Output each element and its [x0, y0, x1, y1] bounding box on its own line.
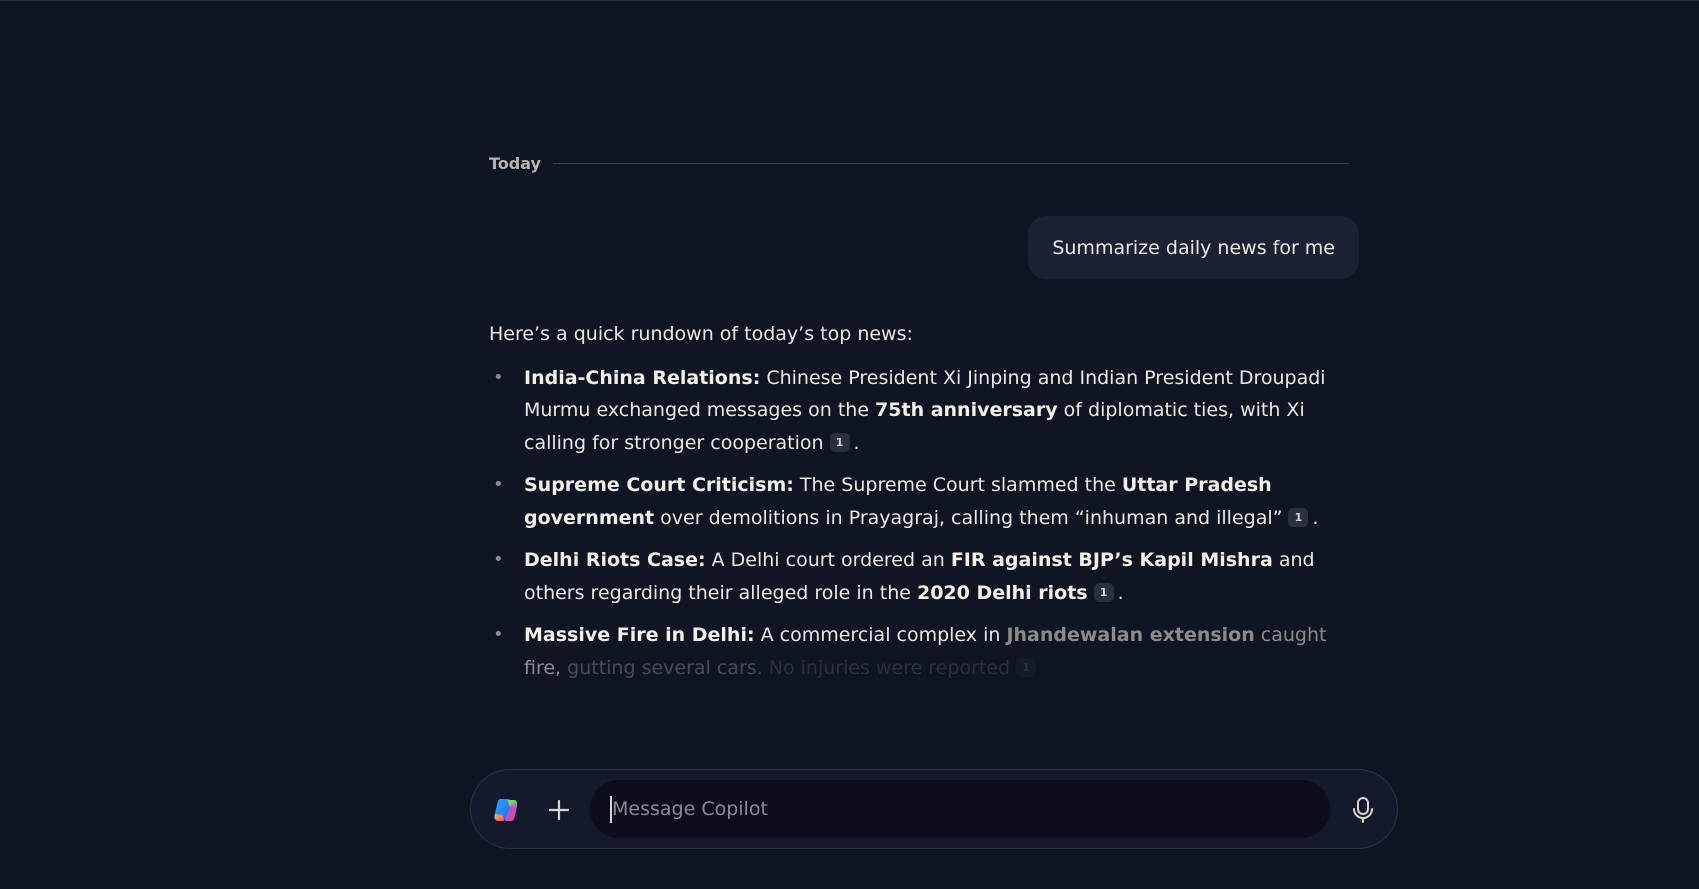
citation-badge[interactable]: 1	[1093, 582, 1114, 602]
news-item-streaming: • Massive Fire in Delhi: A commercial co…	[489, 619, 1349, 684]
news-item-punctuation: .	[1117, 581, 1124, 604]
date-separator: Today	[489, 152, 1349, 174]
message-composer	[470, 769, 1398, 849]
news-item-body: gutting several cars.	[567, 656, 763, 679]
citation-badge[interactable]: 1	[1016, 657, 1037, 677]
message-input-container	[590, 780, 1330, 838]
news-item-highlight: 2020 Delhi riots	[916, 581, 1088, 604]
news-item-text: Massive Fire in Delhi: A commercial comp…	[524, 624, 1327, 679]
news-item-title: Supreme Court Criticism:	[524, 474, 794, 496]
add-attachment-button[interactable]	[541, 792, 577, 828]
news-item: • Delhi Riots Case: A Delhi court ordere…	[489, 544, 1349, 609]
text-cursor	[610, 796, 612, 823]
news-list: • India-China Relations: Chinese Preside…	[489, 362, 1349, 685]
bullet-icon: •	[493, 474, 504, 495]
message-input[interactable]	[590, 780, 1330, 838]
user-message-text: Summarize daily news for me	[1052, 236, 1335, 259]
news-item-text: Delhi Riots Case: A Delhi court ordered …	[524, 549, 1315, 604]
news-item-title: Delhi Riots Case:	[524, 549, 706, 571]
news-item-body: The Supreme Court slammed the	[793, 474, 1122, 496]
bullet-icon: •	[493, 549, 504, 570]
news-item-body: A commercial complex in	[754, 624, 1007, 646]
copilot-logo-icon[interactable]	[491, 795, 521, 825]
user-message-bubble: Summarize daily news for me	[1028, 216, 1359, 279]
date-divider	[552, 162, 1349, 164]
news-item: • Supreme Court Criticism: The Supreme C…	[489, 469, 1349, 534]
news-item-punctuation: .	[853, 431, 860, 454]
news-item-highlight: Jhandewalan extension	[1006, 624, 1255, 646]
news-item-punctuation: .	[1312, 506, 1319, 529]
citation-badge[interactable]: 1	[1288, 507, 1309, 527]
news-item-text: Supreme Court Criticism: The Supreme Cou…	[524, 474, 1319, 529]
news-item: • India-China Relations: Chinese Preside…	[489, 362, 1349, 460]
news-item-title: India-China Relations:	[524, 366, 761, 389]
bullet-icon: •	[493, 624, 504, 645]
microphone-icon	[1353, 797, 1373, 823]
news-item-body: over demolitions in Prayagraj, calling t…	[654, 506, 1283, 529]
bullet-icon: •	[493, 366, 504, 388]
copilot-chat-page: Today Summarize daily news for me Here’s…	[0, 0, 1699, 889]
microphone-button[interactable]	[1345, 792, 1381, 828]
chat-thread: Today Summarize daily news for me Here’s…	[489, 0, 1359, 889]
news-item-body: No injuries were reported	[762, 656, 1011, 679]
news-item-body: A Delhi court ordered an	[705, 549, 951, 571]
news-item-highlight: FIR against BJP’s Kapil Mishra	[950, 549, 1273, 571]
plus-icon	[548, 799, 570, 821]
response-intro: Here’s a quick rundown of today’s top ne…	[489, 323, 913, 345]
news-item-text: India-China Relations: Chinese President…	[524, 367, 1326, 454]
date-label: Today	[489, 153, 541, 173]
news-item-highlight: 75th anniversary	[875, 399, 1058, 421]
citation-badge[interactable]: 1	[829, 432, 850, 452]
news-item-title: Massive Fire in Delhi:	[524, 624, 755, 646]
assistant-response: Here’s a quick rundown of today’s top ne…	[489, 318, 1349, 694]
